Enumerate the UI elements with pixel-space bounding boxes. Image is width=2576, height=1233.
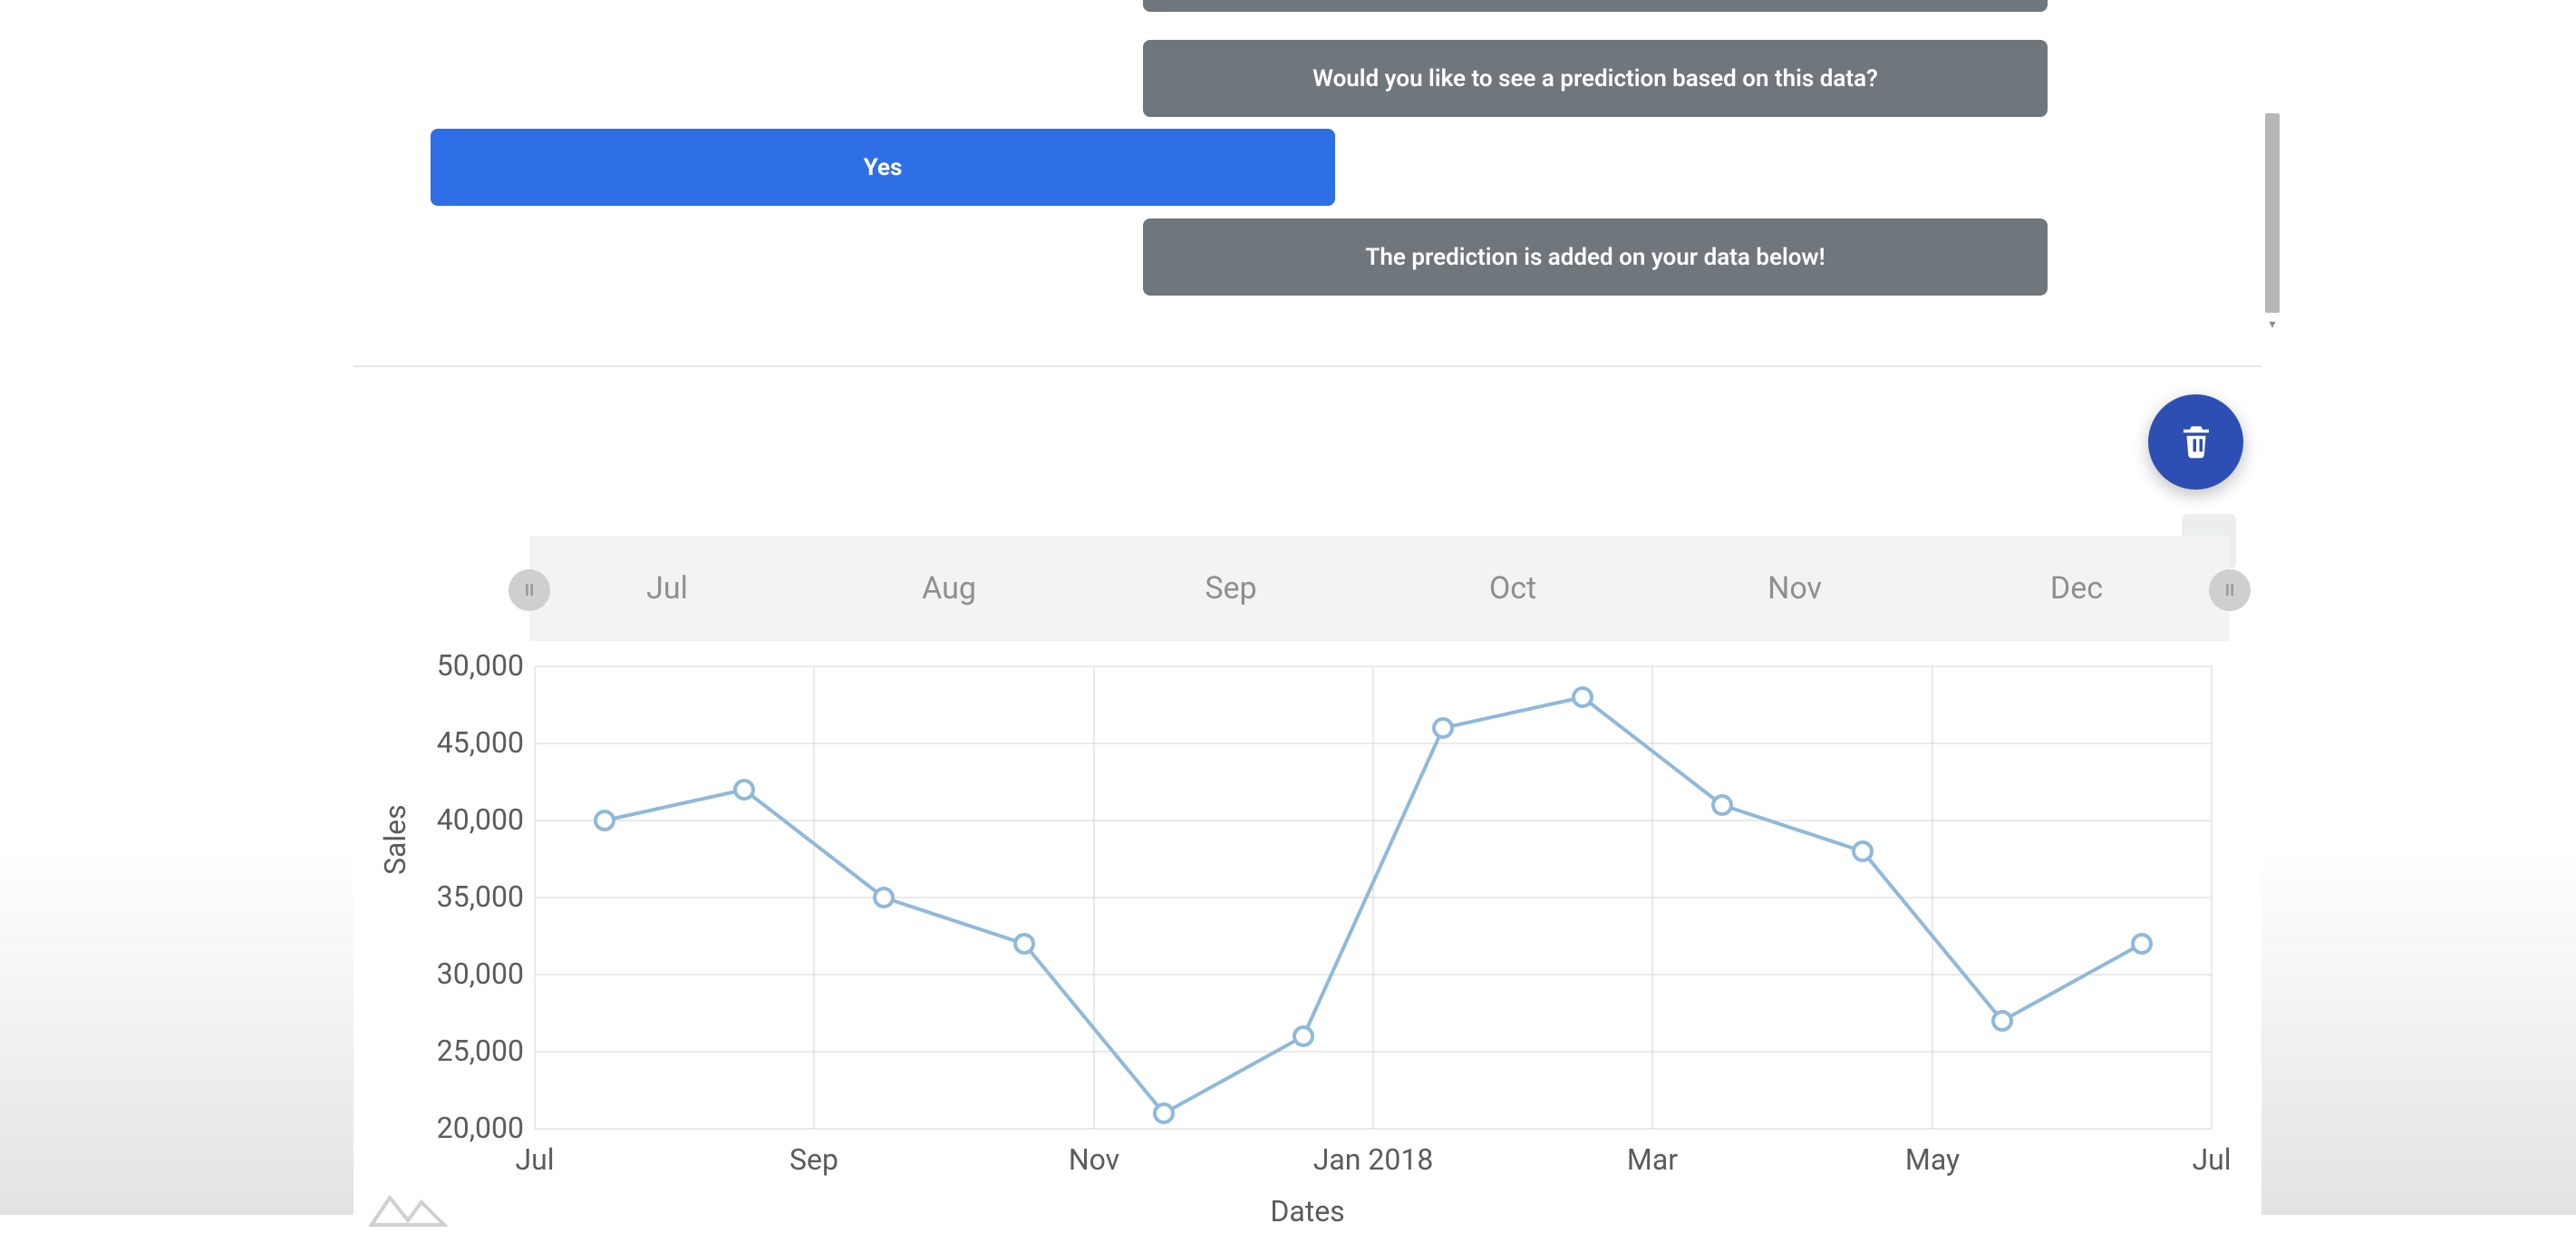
y-tick-labels: 50,000 45,000 40,000 35,000 30,000 25,00…	[437, 648, 524, 1145]
line-chart-svg: 50,000 45,000 40,000 35,000 30,000 25,00…	[381, 648, 2239, 1210]
brush-tick: Nov	[1767, 570, 1822, 607]
content-card: Would you like to see a prediction based…	[353, 0, 2261, 1215]
chat-scrollbar-thumb[interactable]	[2265, 113, 2280, 313]
svg-text:45,000: 45,000	[437, 725, 524, 760]
brush-tick: Sep	[1205, 570, 1256, 607]
chart-watermark-icon	[367, 1184, 449, 1233]
svg-text:40,000: 40,000	[437, 802, 524, 837]
svg-text:Jul: Jul	[515, 1142, 554, 1177]
svg-text:50,000: 50,000	[437, 648, 524, 683]
svg-text:Mar: Mar	[1627, 1142, 1678, 1177]
x-tick-labels: Jul Sep Nov Jan 2018 Mar May Jul	[515, 1142, 2231, 1177]
delete-chart-button[interactable]	[2148, 394, 2243, 490]
grip-icon: II	[2225, 581, 2235, 600]
user-bubble-reply: Yes	[431, 129, 1335, 206]
trash-icon	[2177, 422, 2215, 463]
svg-text:20,000: 20,000	[437, 1111, 524, 1145]
svg-text:May: May	[1905, 1142, 1960, 1177]
bot-bubble-prev	[1143, 0, 2048, 12]
brush-tick: Dec	[2050, 570, 2103, 607]
line-chart: 50,000 45,000 40,000 35,000 30,000 25,00…	[381, 648, 2239, 1210]
brush-tick: Aug	[922, 570, 976, 607]
brush-tick: Jul	[646, 570, 688, 607]
svg-text:Nov: Nov	[1069, 1142, 1119, 1177]
svg-text:Jan 2018: Jan 2018	[1313, 1142, 1434, 1177]
chat-area: Would you like to see a prediction based…	[353, 0, 2261, 367]
grip-icon: II	[525, 581, 535, 600]
bot-bubble-question: Would you like to see a prediction based…	[1143, 40, 2048, 117]
svg-text:Sep: Sep	[789, 1142, 838, 1177]
svg-text:Jul: Jul	[2192, 1142, 2231, 1177]
user-reply-text: Yes	[864, 154, 903, 181]
svg-text:35,000: 35,000	[437, 879, 524, 914]
brush-handle-right[interactable]: II	[2209, 569, 2251, 611]
bot-question-text: Would you like to see a prediction based…	[1312, 65, 1878, 92]
svg-text:25,000: 25,000	[437, 1034, 524, 1068]
brush-tick: Oct	[1489, 570, 1536, 607]
page-root: Would you like to see a prediction based…	[0, 0, 2576, 1215]
chart-panel: ... II II Jul Aug Sep Oct Nov Dec Sales …	[353, 367, 2261, 1215]
brush-handle-left[interactable]: II	[508, 569, 550, 611]
bot-confirm-text: The prediction is added on your data bel…	[1365, 244, 1825, 271]
chat-scrollbar-down-icon[interactable]: ▾	[2265, 317, 2280, 332]
svg-text:30,000: 30,000	[437, 956, 524, 991]
time-range-brush[interactable]: II II Jul Aug Sep Oct Nov Dec	[529, 536, 2230, 641]
bot-bubble-confirm: The prediction is added on your data bel…	[1143, 218, 2048, 296]
gridlines	[535, 666, 2212, 1129]
